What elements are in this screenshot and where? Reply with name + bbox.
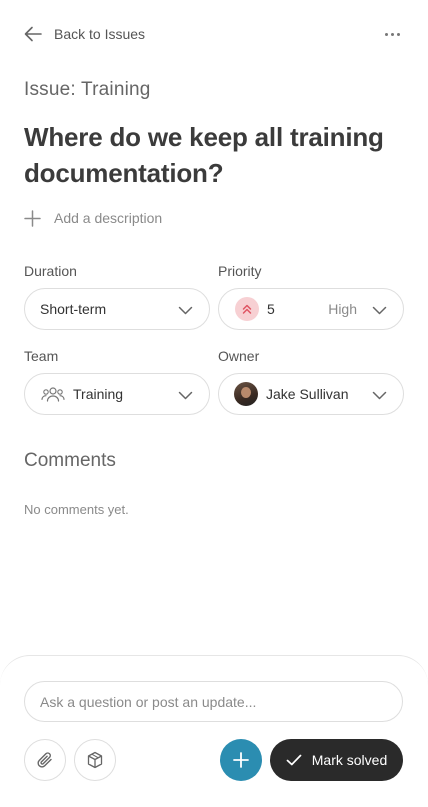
team-select[interactable]: Training xyxy=(24,373,210,415)
add-description-label: Add a description xyxy=(54,210,163,226)
more-horizontal-icon xyxy=(385,32,388,36)
team-value: Training xyxy=(73,386,124,402)
arrow-left-icon xyxy=(24,26,42,42)
issue-title[interactable]: Where do we keep all training documentat… xyxy=(24,119,404,191)
chevron-down-icon xyxy=(178,391,193,400)
comment-input[interactable] xyxy=(24,681,403,722)
more-dot xyxy=(397,32,400,36)
priority-select[interactable]: 5 High xyxy=(218,288,404,330)
comment-composer xyxy=(0,655,428,807)
paperclip-icon xyxy=(37,752,52,768)
duration-value: Short-term xyxy=(40,301,107,317)
issue-type-label: Issue: Training xyxy=(24,79,151,100)
chevron-down-icon xyxy=(178,306,193,315)
team-label: Team xyxy=(24,348,59,364)
no-comments-text: No comments yet. xyxy=(24,502,129,517)
top-bar: Back to Issues xyxy=(24,22,404,46)
check-icon xyxy=(286,754,302,766)
insert-package-button[interactable] xyxy=(74,739,116,781)
mark-solved-button[interactable]: Mark solved xyxy=(270,739,403,781)
avatar xyxy=(234,382,258,406)
owner-select[interactable]: Jake Sullivan xyxy=(218,373,404,415)
more-options-button[interactable] xyxy=(381,29,404,40)
owner-label: Owner xyxy=(218,348,260,364)
priority-value: 5 xyxy=(267,301,275,317)
comments-heading: Comments xyxy=(24,450,116,471)
priority-label: Priority xyxy=(218,263,262,279)
plus-icon xyxy=(24,209,41,227)
more-dot xyxy=(391,32,394,36)
plus-icon xyxy=(233,752,249,768)
duration-select[interactable]: Short-term xyxy=(24,288,210,330)
owner-value: Jake Sullivan xyxy=(266,386,349,402)
users-icon xyxy=(41,387,65,402)
mark-solved-label: Mark solved xyxy=(311,752,388,768)
add-button[interactable] xyxy=(220,739,262,781)
chevron-down-icon xyxy=(372,391,387,400)
priority-level: High xyxy=(328,301,357,317)
duration-label: Duration xyxy=(24,263,77,279)
back-to-issues-link[interactable]: Back to Issues xyxy=(24,26,145,42)
box-icon xyxy=(87,751,103,769)
back-link-label: Back to Issues xyxy=(54,26,146,42)
attach-file-button[interactable] xyxy=(24,739,66,781)
chevron-down-icon xyxy=(372,306,387,315)
double-chevron-up-icon xyxy=(235,297,259,321)
add-description-button[interactable]: Add a description xyxy=(24,207,162,229)
